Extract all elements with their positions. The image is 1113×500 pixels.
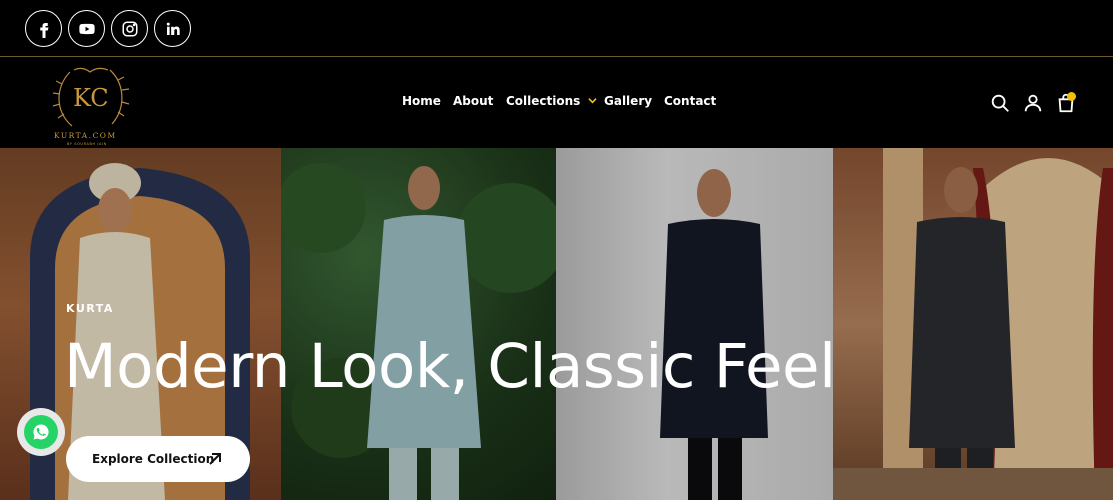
kurta-logo[interactable]: KC KURTA.COM BY SOURABH JAIN: [40, 62, 140, 146]
logo-tagline: BY SOURABH JAIN: [67, 142, 107, 146]
social-bar: [0, 0, 1113, 57]
search-button[interactable]: [989, 92, 1011, 114]
instagram-icon: [122, 21, 137, 36]
hero-eyebrow: KURTA: [66, 302, 114, 315]
cart-badge: [1067, 92, 1076, 101]
linkedin-icon: [166, 22, 180, 35]
chevron-down-icon: [587, 98, 597, 104]
arrow-up-right-icon: [209, 453, 221, 465]
explore-collection-label: Explore Collection: [92, 452, 215, 466]
linkedin-link[interactable]: [154, 10, 191, 47]
whatsapp-icon: [33, 424, 49, 440]
nav-about[interactable]: About: [453, 94, 493, 108]
nav-home[interactable]: Home: [402, 94, 441, 108]
whatsapp-button[interactable]: [17, 408, 65, 456]
instagram-link[interactable]: [111, 10, 148, 47]
hero-headline: Modern Look, Classic Feel: [64, 331, 836, 402]
main-nav: KC KURTA.COM BY SOURABH JAIN Home About …: [0, 58, 1113, 148]
youtube-link[interactable]: [68, 10, 105, 47]
explore-collection-button[interactable]: Explore Collection: [66, 436, 250, 482]
nav-collections[interactable]: Collections: [506, 94, 597, 108]
logo-wordmark: KURTA.COM: [54, 131, 117, 140]
youtube-icon: [78, 23, 95, 34]
nav-collections-label: Collections: [506, 94, 581, 108]
nav-gallery[interactable]: Gallery: [604, 94, 652, 108]
hero-banner: KURTA Modern Look, Classic Feel Explore …: [0, 148, 1113, 500]
user-icon: [1024, 94, 1042, 112]
facebook-icon: [39, 22, 48, 38]
nav-contact[interactable]: Contact: [664, 94, 716, 108]
account-button[interactable]: [1022, 92, 1044, 114]
whatsapp-badge: [24, 415, 58, 449]
search-icon: [991, 94, 1009, 112]
logo-monogram: KC: [73, 84, 109, 112]
facebook-link[interactable]: [25, 10, 62, 47]
